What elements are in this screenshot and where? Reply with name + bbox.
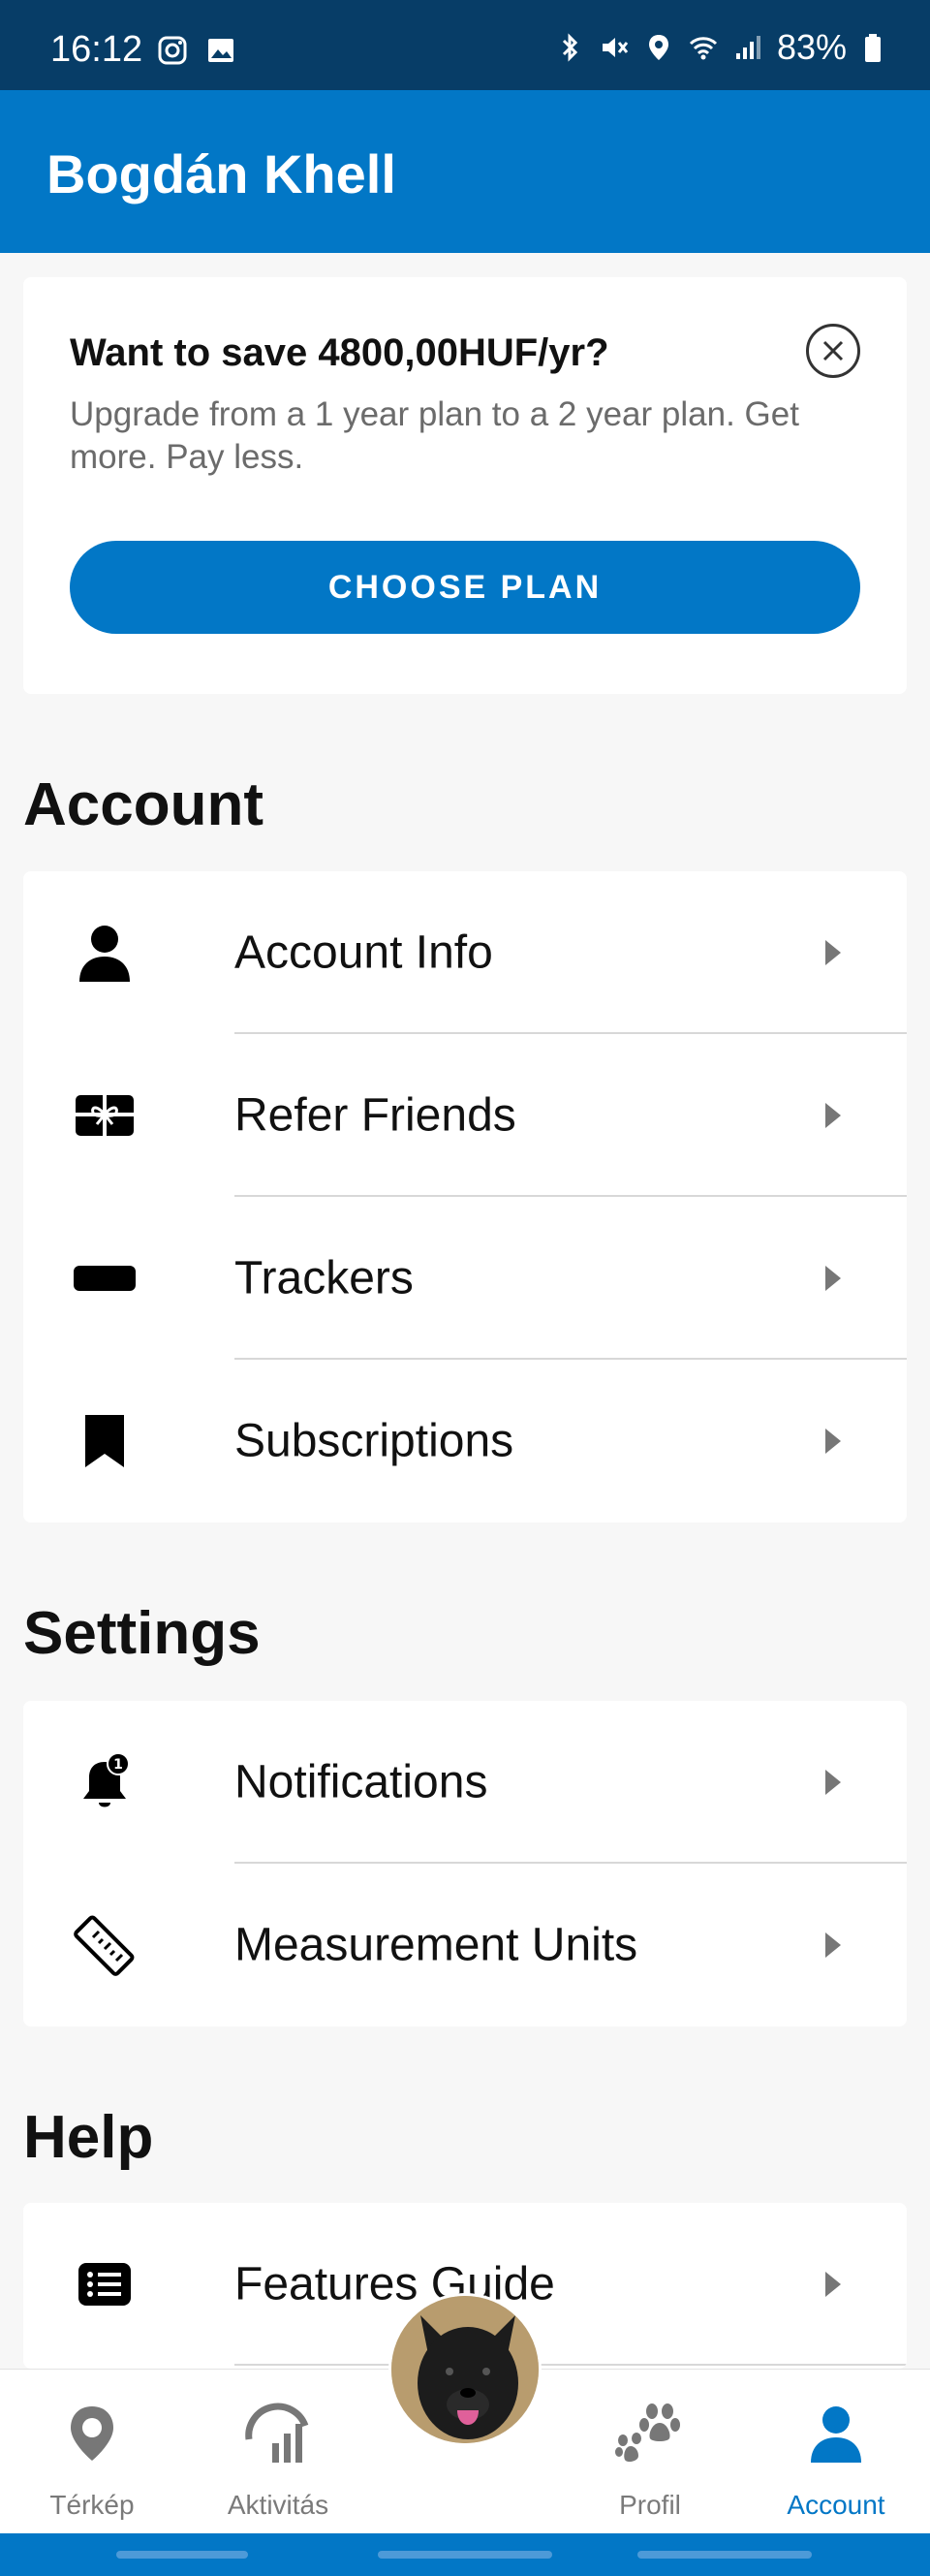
bell-icon: 1: [72, 1749, 138, 1815]
close-icon[interactable]: [806, 324, 860, 378]
upgrade-promo-card: Want to save 4800,00HUF/yr? Upgrade from…: [23, 277, 907, 694]
list-item-label: Refer Friends: [234, 1089, 516, 1142]
list-item-label: Trackers: [234, 1252, 414, 1304]
account-icon: [799, 2397, 873, 2470]
list-item-label: Account Info: [234, 927, 493, 979]
chevron-right-icon: [825, 1429, 841, 1454]
list-item-refer-friends[interactable]: Refer Friends: [23, 1034, 907, 1197]
battery-percent: 83%: [776, 27, 847, 67]
list-item-subscriptions[interactable]: Subscriptions: [23, 1360, 907, 1523]
battery-icon: [865, 34, 881, 62]
list-item-label: Subscriptions: [234, 1415, 514, 1467]
section-heading-help: Help: [23, 2104, 154, 2171]
status-time: 16:12: [50, 29, 143, 70]
tracker-icon: [72, 1245, 138, 1311]
map-pin-icon: [55, 2397, 129, 2470]
nav-item-account[interactable]: Account: [744, 2370, 928, 2534]
mute-icon: [602, 38, 629, 57]
bluetooth-icon: [562, 33, 578, 62]
list-icon: [72, 2251, 138, 2317]
list-item-label: Notifications: [234, 1756, 488, 1808]
chevron-right-icon: [825, 1103, 841, 1128]
notification-badge: 1: [113, 1757, 123, 1773]
gift-card-icon: [72, 1083, 138, 1148]
home-button[interactable]: [378, 2551, 552, 2559]
nav-item-terkep[interactable]: Térkép: [0, 2370, 184, 2534]
wifi-icon: [689, 37, 717, 60]
nav-label: Account: [787, 2490, 885, 2520]
activity-icon: [241, 2397, 315, 2470]
promo-description: Upgrade from a 1 year plan to a 2 year p…: [70, 395, 799, 476]
chevron-right-icon: [825, 1266, 841, 1291]
list-item-label: Features Guide: [234, 2258, 555, 2310]
list-item-notifications[interactable]: 1 Notifications: [23, 1701, 907, 1864]
app-bar: Bogdán Khell: [0, 90, 930, 253]
chevron-right-icon: [825, 2272, 841, 2297]
signal-icon: [735, 36, 760, 59]
bookmark-icon: [72, 1408, 138, 1474]
settings-list: 1 Notifications Measurement Units: [23, 1701, 907, 2026]
gallery-icon: [208, 39, 233, 62]
system-navigation-bar: [0, 2533, 930, 2576]
list-item-measurement-units[interactable]: Measurement Units: [23, 1864, 907, 2026]
list-item-trackers[interactable]: Trackers: [23, 1197, 907, 1360]
nav-label: Aktivitás: [227, 2490, 329, 2520]
list-item-account-info[interactable]: Account Info: [23, 871, 907, 1034]
chevron-right-icon: [825, 940, 841, 965]
instagram-icon: [158, 36, 187, 65]
section-heading-account: Account: [23, 771, 264, 838]
divider: [234, 2364, 907, 2366]
location-icon: [648, 35, 668, 60]
list-item-label: Measurement Units: [234, 1919, 638, 1971]
ruler-icon: [72, 1912, 138, 1978]
chevron-right-icon: [825, 1770, 841, 1795]
person-icon: [72, 920, 138, 986]
paw-icon: [613, 2397, 687, 2470]
back-button[interactable]: [637, 2551, 812, 2559]
nav-item-profil[interactable]: Profil: [558, 2370, 742, 2534]
page-title: Bogdán Khell: [46, 143, 396, 204]
pet-avatar[interactable]: [388, 2293, 542, 2446]
account-list: Account Info Refer Friends Trackers Subs…: [23, 871, 907, 1523]
status-bar: 16:12 83%: [0, 0, 930, 90]
section-heading-settings: Settings: [23, 1600, 261, 1667]
nav-item-aktivitas[interactable]: Aktivitás: [186, 2370, 370, 2534]
nav-label: Profil: [619, 2490, 681, 2520]
recent-apps-button[interactable]: [116, 2551, 248, 2559]
choose-plan-button[interactable]: CHOOSE PLAN: [70, 541, 860, 634]
chevron-right-icon: [825, 1932, 841, 1958]
nav-label: Térkép: [49, 2490, 135, 2520]
promo-title: Want to save 4800,00HUF/yr?: [70, 331, 609, 374]
